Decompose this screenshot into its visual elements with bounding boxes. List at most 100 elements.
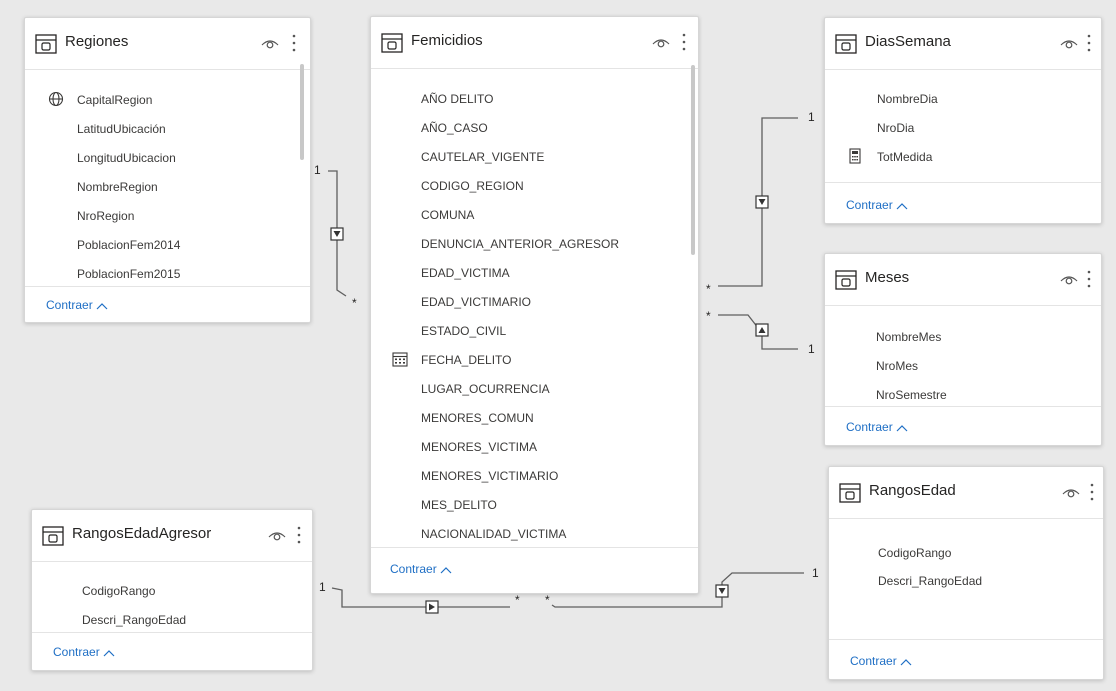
field-item[interactable]: NroRegion bbox=[77, 209, 134, 223]
chevron-up-icon bbox=[900, 658, 912, 666]
cardinality-many: * bbox=[706, 309, 711, 323]
field-item[interactable]: CAUTELAR_VIGENTE bbox=[421, 150, 544, 164]
collapse-button[interactable]: Contraer bbox=[390, 562, 452, 576]
table-card-rangosedad[interactable]: RangosEdad CodigoRango Descri_RangoEdad … bbox=[828, 466, 1104, 680]
card-footer: Contraer bbox=[825, 182, 1101, 225]
field-item[interactable]: ESTADO_CIVIL bbox=[421, 324, 506, 338]
cardinality-one: 1 bbox=[808, 342, 815, 356]
field-item[interactable]: CodigoRango bbox=[878, 546, 951, 560]
eye-icon[interactable] bbox=[651, 35, 671, 49]
table-title: Regiones bbox=[65, 33, 129, 50]
more-options-icon[interactable] bbox=[296, 525, 302, 545]
field-item[interactable]: Descri_RangoEdad bbox=[82, 613, 186, 627]
field-item[interactable]: FECHA_DELITO bbox=[421, 353, 511, 367]
model-canvas[interactable]: 1 * 1 * 1 * 1 * 1 * Regiones CapitalRegi… bbox=[0, 0, 1116, 691]
eye-icon[interactable] bbox=[1061, 485, 1081, 499]
eye-icon[interactable] bbox=[1059, 272, 1079, 286]
field-item[interactable]: EDAD_VICTIMA bbox=[421, 266, 510, 280]
card-footer: Contraer bbox=[32, 632, 312, 672]
cardinality-many: * bbox=[706, 282, 711, 296]
field-item[interactable]: NroSemestre bbox=[876, 388, 947, 402]
globe-icon bbox=[48, 91, 64, 107]
card-header[interactable]: RangosEdad bbox=[829, 467, 1103, 519]
card-header[interactable]: Regiones bbox=[25, 18, 310, 70]
cardinality-one: 1 bbox=[808, 110, 815, 124]
field-item[interactable]: MENORES_COMUN bbox=[421, 411, 534, 425]
field-item[interactable]: NombreRegion bbox=[77, 180, 158, 194]
table-card-rangosedadagresor[interactable]: RangosEdadAgresor CodigoRango Descri_Ran… bbox=[31, 509, 313, 671]
collapse-button[interactable]: Contraer bbox=[846, 198, 908, 212]
card-footer: Contraer bbox=[825, 406, 1101, 447]
table-title: RangosEdad bbox=[869, 482, 956, 499]
table-card-regiones[interactable]: Regiones CapitalRegion LatitudUbicación … bbox=[24, 17, 311, 323]
chevron-up-icon bbox=[103, 649, 115, 657]
collapse-button[interactable]: Contraer bbox=[46, 298, 108, 312]
relationship-diassemana-femicidios[interactable]: 1 * bbox=[706, 110, 815, 296]
field-item[interactable]: AÑO DELITO bbox=[421, 92, 493, 106]
table-icon bbox=[381, 33, 403, 53]
more-options-icon[interactable] bbox=[681, 32, 687, 52]
relationship-meses-femicidios[interactable]: 1 * bbox=[706, 309, 815, 356]
eye-icon[interactable] bbox=[1059, 36, 1079, 50]
table-card-femicidios[interactable]: Femicidios AÑO DELITO AÑO_CASO CAUTELAR_… bbox=[370, 16, 699, 594]
scrollbar[interactable] bbox=[691, 65, 695, 255]
cardinality-many: * bbox=[545, 593, 550, 607]
eye-icon[interactable] bbox=[260, 36, 280, 50]
more-options-icon[interactable] bbox=[1086, 33, 1092, 53]
calculator-icon bbox=[849, 148, 861, 164]
card-header[interactable]: RangosEdadAgresor bbox=[32, 510, 312, 562]
field-item[interactable]: Descri_RangoEdad bbox=[878, 574, 982, 588]
cardinality-many: * bbox=[515, 593, 520, 607]
field-item[interactable]: DENUNCIA_ANTERIOR_AGRESOR bbox=[421, 237, 619, 251]
field-item[interactable]: MENORES_VICTIMA bbox=[421, 440, 537, 454]
card-header[interactable]: Femicidios bbox=[371, 17, 698, 69]
more-options-icon[interactable] bbox=[1086, 269, 1092, 289]
field-item[interactable]: MENORES_VICTIMARIO bbox=[421, 469, 558, 483]
table-icon bbox=[839, 483, 861, 503]
chevron-up-icon bbox=[896, 424, 908, 432]
card-header[interactable]: Meses bbox=[825, 254, 1101, 306]
field-item[interactable]: COMUNA bbox=[421, 208, 474, 222]
field-item[interactable]: NroDia bbox=[877, 121, 914, 135]
field-item[interactable]: CODIGO_REGION bbox=[421, 179, 524, 193]
field-item[interactable]: CodigoRango bbox=[82, 584, 155, 598]
chevron-up-icon bbox=[896, 202, 908, 210]
table-card-meses[interactable]: Meses NombreMes NroMes NroSemestre Contr… bbox=[824, 253, 1102, 446]
field-item[interactable]: PoblacionFem2014 bbox=[77, 238, 180, 252]
table-icon bbox=[835, 34, 857, 54]
field-item[interactable]: CapitalRegion bbox=[77, 93, 152, 107]
field-item[interactable]: MES_DELITO bbox=[421, 498, 497, 512]
chevron-up-icon bbox=[440, 566, 452, 574]
table-icon bbox=[35, 34, 57, 54]
field-item[interactable]: LatitudUbicación bbox=[77, 122, 166, 136]
field-item[interactable]: LUGAR_OCURRENCIA bbox=[421, 382, 550, 396]
relationship-regiones-femicidios[interactable]: 1 * bbox=[314, 163, 357, 310]
collapse-button[interactable]: Contraer bbox=[850, 654, 912, 668]
collapse-button[interactable]: Contraer bbox=[53, 645, 115, 659]
table-title: RangosEdadAgresor bbox=[72, 525, 212, 542]
eye-icon[interactable] bbox=[267, 528, 287, 542]
field-item[interactable]: NombreDia bbox=[877, 92, 938, 106]
field-item[interactable]: AÑO_CASO bbox=[421, 121, 488, 135]
more-options-icon[interactable] bbox=[1089, 482, 1095, 502]
field-item[interactable]: PoblacionFem2015 bbox=[77, 267, 180, 281]
scrollbar[interactable] bbox=[300, 64, 304, 160]
field-item[interactable]: EDAD_VICTIMARIO bbox=[421, 295, 531, 309]
calendar-icon bbox=[392, 352, 408, 367]
field-item[interactable]: NroMes bbox=[876, 359, 918, 373]
more-options-icon[interactable] bbox=[291, 33, 297, 53]
table-title: Meses bbox=[865, 269, 910, 286]
field-item[interactable]: TotMedida bbox=[877, 150, 932, 164]
card-footer: Contraer bbox=[25, 286, 310, 324]
cardinality-one: 1 bbox=[314, 163, 321, 177]
field-item[interactable]: NACIONALIDAD_VICTIMA bbox=[421, 527, 566, 541]
card-header[interactable]: DiasSemana bbox=[825, 18, 1101, 70]
card-footer: Contraer bbox=[371, 547, 698, 595]
field-item[interactable]: LongitudUbicacion bbox=[77, 151, 176, 165]
field-item[interactable]: NombreMes bbox=[876, 330, 941, 344]
table-card-diassemana[interactable]: DiasSemana NombreDia NroDia TotMedida Co… bbox=[824, 17, 1102, 224]
chevron-up-icon bbox=[96, 302, 108, 310]
collapse-button[interactable]: Contraer bbox=[846, 420, 908, 434]
card-footer: Contraer bbox=[829, 639, 1103, 681]
table-icon bbox=[42, 526, 64, 546]
